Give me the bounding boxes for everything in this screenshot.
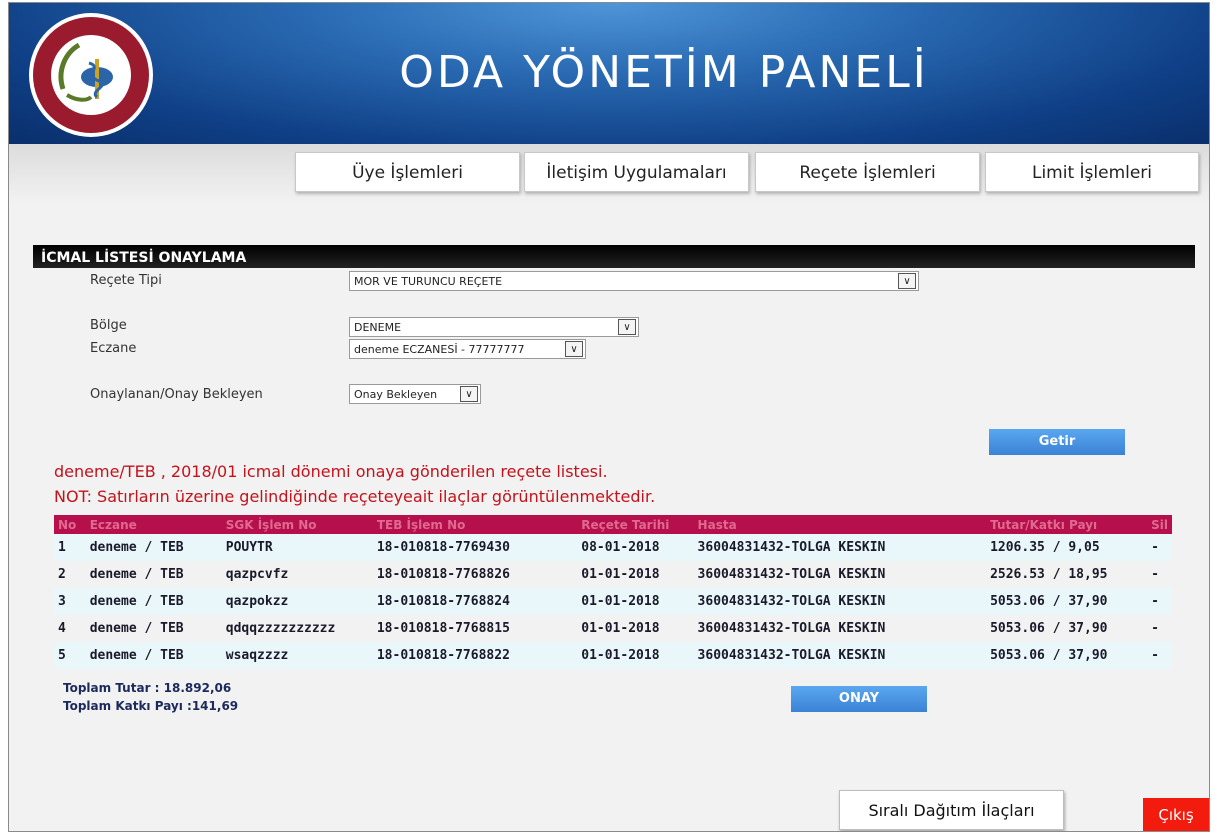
cell-tutar: 2526.53 / 18,95 [990,567,1108,582]
cell-tutar: 1206.35 / 9,05 [986,534,1148,561]
onay-button[interactable]: ONAY [791,686,927,712]
toplam-tutar-text: Toplam Tutar : 18.892,06 [63,681,232,695]
cell-teb: 18-010818-7768826 [376,567,510,582]
cell-sil[interactable]: - [1147,588,1172,615]
recete-tipi-label: Reçete Tipi [90,273,162,288]
cell-eczane: deneme / TEB [85,534,222,561]
cell-tarih: 01-01-2018 [577,642,694,669]
bolge-select[interactable]: DENEME ∨ [349,317,639,337]
col-teb-header: TEB İşlem No [372,515,578,534]
cell-no: 2 [58,567,66,582]
col-sgk-header: SGK İşlem No [221,515,373,534]
onay-durum-label: Onaylanan/Onay Bekleyen [90,387,263,402]
table-row[interactable]: 3 deneme / TEB qazpokzz 18-010818-776882… [54,588,1172,615]
cell-hasta: 36004831432-TOLGA KESKIN [693,588,987,615]
sirali-dagitim-ilaclari-button[interactable]: Sıralı Dağıtım İlaçları [839,790,1064,830]
cell-sgk: qazpokzz [221,588,373,615]
cell-tutar: 5053.06 / 37,90 [986,642,1148,669]
cell-tarih: 01-01-2018 [577,588,694,615]
chevron-down-icon: ∨ [565,341,583,357]
cell-sgk: qazpcvfz [225,567,289,582]
cell-hasta: 36004831432-TOLGA KESKIN [697,567,886,582]
table-row[interactable]: 4 deneme / TEB qdqqzzzzzzzzzz 18-010818-… [54,615,1172,642]
cell-eczane: deneme / TEB [85,642,222,669]
col-tarih-header: Reçete Tarihi [577,515,694,534]
cell-tutar: 5053.06 / 37,90 [986,588,1148,615]
table-row[interactable]: 5 deneme / TEB wsaqzzzz 18-010818-776882… [54,642,1172,669]
chevron-down-icon: ∨ [460,386,478,402]
col-tutar-header: Tutar/Katkı Payı [986,515,1148,534]
cell-sil[interactable]: - [1147,642,1172,669]
cell-hasta: 36004831432-TOLGA KESKIN [693,642,987,669]
cell-tutar: 5053.06 / 37,90 [990,621,1108,636]
menu-uye-islemleri-button[interactable]: Üye İşlemleri [295,152,520,192]
cell-eczane: deneme / TEB [85,588,222,615]
menu-iletisim-uygulamalari-button[interactable]: İletişim Uygulamaları [524,152,749,192]
bolge-value: DENEME [354,321,402,334]
header-banner: ODA YÖNETİM PANELİ [9,3,1209,144]
cell-teb: 18-010818-7768822 [372,642,578,669]
menu-recete-islemleri-button[interactable]: Reçete İşlemleri [755,152,980,192]
cell-sgk: POUYTR [221,534,373,561]
exit-button[interactable]: Çıkış [1143,798,1209,831]
cell-tarih: 08-01-2018 [577,534,694,561]
bolge-label: Bölge [90,318,127,333]
eczane-value: deneme ECZANESİ - 77777777 [354,343,525,356]
col-sil-header: Sil [1147,515,1172,534]
menu-limit-islemleri-button[interactable]: Limit İşlemleri [985,152,1199,192]
recete-tipi-select[interactable]: MOR VE TURUNCU REÇETE ∨ [349,271,919,291]
cell-teb: 18-010818-7769430 [372,534,578,561]
cell-tarih: 01-01-2018 [581,621,660,636]
col-hasta-header: Hasta [693,515,987,534]
cell-hasta: 36004831432-TOLGA KESKIN [697,621,886,636]
recete-table: No Eczane SGK İşlem No TEB İşlem No Reçe… [54,515,1172,669]
cell-hasta: 36004831432-TOLGA KESKIN [693,534,987,561]
cell-sgk: wsaqzzzz [221,642,373,669]
cell-no: 1 [54,534,86,561]
table-row[interactable]: 1 deneme / TEB POUYTR 18-010818-7769430 … [54,534,1172,561]
getir-button[interactable]: Getir [989,429,1125,455]
page-title: ODA YÖNETİM PANELİ [399,47,929,98]
onay-durum-select[interactable]: Onay Bekleyen ∨ [349,384,481,404]
cell-teb: 18-010818-7768815 [376,621,510,636]
cell-no: 5 [54,642,86,669]
section-title: İCMAL LİSTESİ ONAYLAMA [33,245,1195,268]
notice-hover-text: NOT: Satırların üzerine gelindiğinde reç… [54,487,656,506]
cell-sil[interactable]: - [1147,615,1172,642]
col-eczane-header: Eczane [85,515,222,534]
eczane-select[interactable]: deneme ECZANESİ - 77777777 ∨ [349,339,586,359]
recete-tipi-value: MOR VE TURUNCU REÇETE [354,275,503,288]
eczane-label: Eczane [90,341,137,356]
cell-teb: 18-010818-7768824 [372,588,578,615]
table-header-row: No Eczane SGK İşlem No TEB İşlem No Reçe… [54,515,1172,534]
cell-sgk: qdqqzzzzzzzzzz [225,621,336,636]
toplam-katki-text: Toplam Katkı Payı :141,69 [63,699,239,713]
table-row[interactable]: 2 deneme / TEB qazpcvfz 18-010818-776882… [54,561,1172,588]
col-no-header: No [54,515,86,534]
cell-eczane: deneme / TEB [89,567,184,582]
cell-no: 4 [58,621,66,636]
chevron-down-icon: ∨ [898,273,916,289]
onay-durum-value: Onay Bekleyen [354,388,438,401]
notice-period-text: deneme/TEB , 2018/01 icmal dönemi onaya … [54,462,608,481]
cell-no: 3 [54,588,86,615]
cell-sil[interactable]: - [1147,534,1172,561]
app-frame: ODA YÖNETİM PANELİ Üye İşlemleri İletişi… [8,2,1210,832]
cell-sil[interactable]: - [1147,561,1172,588]
cell-tarih: 01-01-2018 [581,567,660,582]
cell-eczane: deneme / TEB [89,621,184,636]
chevron-down-icon: ∨ [618,319,636,335]
